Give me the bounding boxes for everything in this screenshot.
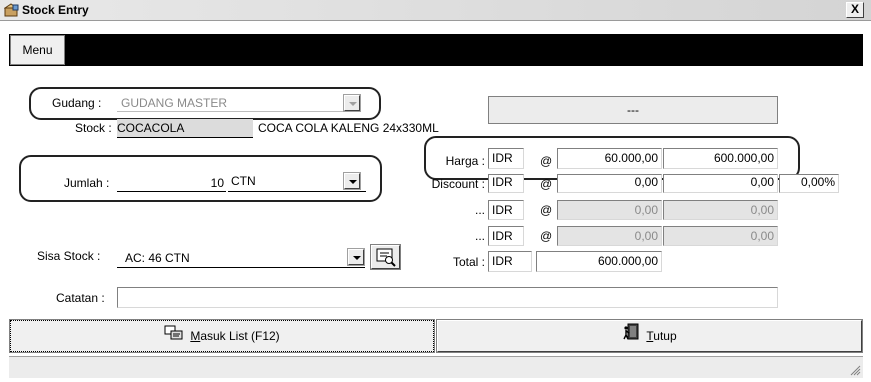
- stock-code: COCACOLA: [117, 121, 185, 135]
- exit-door-icon: [622, 322, 640, 352]
- stock-lookup-button[interactable]: [370, 244, 401, 270]
- total-field: 600.000,00: [536, 251, 662, 272]
- discount2-label: ...: [474, 203, 485, 217]
- harga-total-field: 600.000,00: [663, 148, 778, 169]
- jumlah-label: Jumlah :: [64, 176, 110, 190]
- discount-label: Discount :: [431, 177, 485, 191]
- title-bar: [0, 0, 871, 21]
- discount1-total-field[interactable]: 0,00: [663, 174, 778, 193]
- discount1-unit-input[interactable]: 0,00: [557, 174, 662, 193]
- window-title: Stock Entry: [22, 3, 89, 17]
- discount2-at: @: [540, 203, 553, 217]
- tutup-label: utup: [653, 329, 677, 343]
- discount2-total-field: 0,00: [663, 200, 778, 220]
- sisa-stock-dropdown-button[interactable]: [347, 248, 365, 266]
- discount3-unit-input: 0,00: [557, 226, 662, 246]
- jumlah-input[interactable]: 10: [117, 174, 226, 192]
- sisa-stock-label: Sisa Stock :: [37, 249, 101, 263]
- discount3-label: ...: [474, 229, 485, 243]
- gudang-select[interactable]: GUDANG MASTER: [117, 94, 361, 112]
- gudang-dropdown-button[interactable]: [343, 94, 361, 112]
- tutup-button[interactable]: Tutup: [436, 319, 863, 353]
- discount3-at: @: [540, 229, 553, 243]
- discount2-currency: IDR: [488, 200, 524, 220]
- list-add-icon: [164, 322, 184, 352]
- harga-at: @: [540, 154, 553, 168]
- resize-grip-icon[interactable]: [849, 364, 861, 376]
- menu-button[interactable]: Menu: [10, 35, 65, 65]
- total-currency: IDR: [488, 251, 532, 272]
- harga-unit-input[interactable]: 60.000,00: [557, 148, 662, 169]
- stock-label: Stock :: [75, 121, 112, 135]
- info-box: ---: [488, 96, 778, 124]
- stock-code-underline: [117, 137, 253, 138]
- box-icon: [3, 3, 19, 18]
- discount2-unit-input: 0,00: [557, 200, 662, 220]
- status-bar: [9, 356, 863, 378]
- discount3-total-field: 0,00: [663, 226, 778, 246]
- discount3-currency: IDR: [488, 226, 524, 246]
- discount1-currency: IDR: [488, 174, 524, 193]
- gudang-label: Gudang :: [52, 96, 102, 110]
- stock-code-field[interactable]: COCACOLA: [117, 119, 253, 137]
- sisa-stock-select[interactable]: AC: 46 CTN: [117, 247, 365, 268]
- harga-label: Harga :: [445, 154, 485, 168]
- total-label: Total :: [452, 255, 485, 269]
- discount1-at: @: [540, 177, 553, 191]
- magnifier-icon: [376, 248, 396, 267]
- catatan-label: Catatan :: [56, 291, 105, 305]
- unit-dropdown-button[interactable]: [343, 172, 361, 190]
- masuk-list-button[interactable]: Masuk List (F12): [9, 319, 435, 353]
- masuk-label: asuk List (F12): [200, 329, 280, 343]
- close-button[interactable]: X: [846, 2, 864, 18]
- masuk-accel: M: [190, 329, 201, 343]
- stock-name: COCA COLA KALENG 24x330ML: [258, 121, 439, 135]
- harga-currency: IDR: [488, 148, 524, 169]
- catatan-input[interactable]: [117, 287, 778, 308]
- menu-bar: [9, 34, 863, 66]
- discount1-percent-input[interactable]: 0,00%: [779, 174, 839, 193]
